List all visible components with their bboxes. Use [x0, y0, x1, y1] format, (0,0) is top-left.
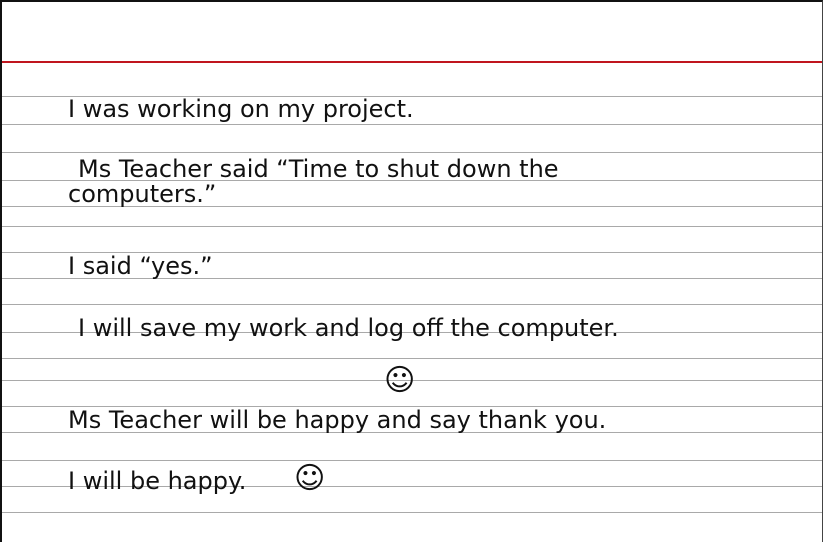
text-line-4: I said “yes.”	[68, 252, 213, 280]
ruled-line	[2, 304, 822, 305]
text-line-6: Ms Teacher will be happy and say thank y…	[68, 406, 607, 434]
ruled-line	[2, 460, 822, 461]
ruled-line	[2, 358, 822, 359]
lined-paper-page: I was working on my project. Ms Teacher …	[0, 0, 823, 542]
red-margin-line	[2, 61, 822, 63]
text-line-1: I was working on my project.	[68, 95, 414, 123]
ruled-line	[2, 152, 822, 153]
text-line-7: I will be happy.	[68, 467, 247, 495]
smiley-face-icon: ☺	[294, 461, 326, 496]
text-line-3: computers.”	[68, 180, 217, 208]
text-line-5: I will save my work and log off the comp…	[78, 314, 619, 342]
ruled-line	[2, 226, 822, 227]
ruled-line	[2, 124, 822, 125]
smiley-face-icon: ☺	[384, 363, 416, 398]
text-line-2: Ms Teacher said “Time to shut down the	[78, 155, 559, 183]
ruled-line	[2, 512, 822, 513]
